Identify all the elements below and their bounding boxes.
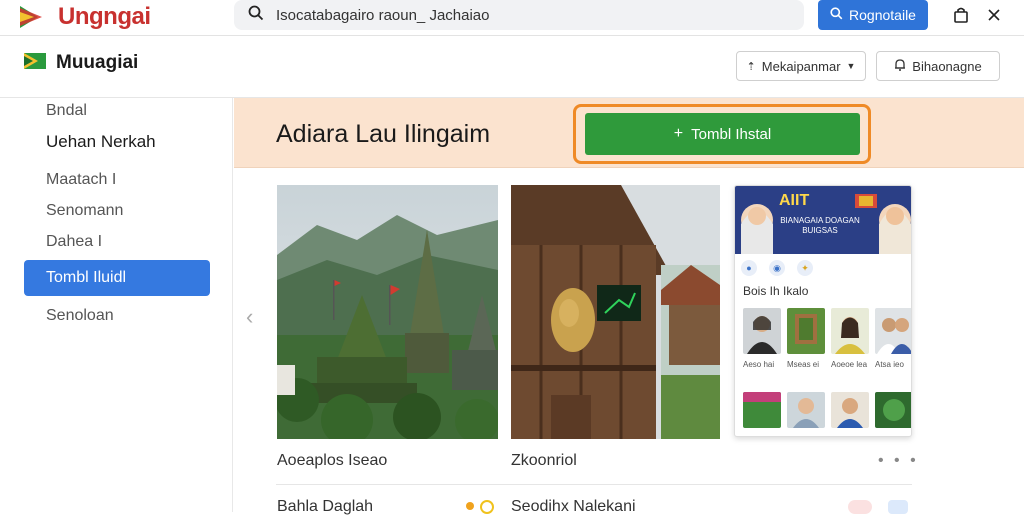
search-icon	[248, 5, 264, 26]
app-header: Muuagiai ⇡ Mekaipanmar ▼ Bihaonagne	[0, 36, 1024, 98]
sidebar-item-bndal[interactable]: Bndal	[24, 95, 210, 127]
person-thumbnail[interactable]	[743, 308, 781, 354]
landscape-thumbnail[interactable]	[743, 392, 781, 428]
notifications-button[interactable]: Bihaonagne	[876, 51, 1000, 81]
sidebar-item-senoloan[interactable]: Senoloan	[24, 300, 210, 332]
sidebar-item-label: Bndal	[46, 102, 87, 119]
brand-logo[interactable]: Ungngai	[20, 2, 151, 32]
status-dot-icon	[466, 502, 474, 510]
person-thumbnail[interactable]	[831, 392, 869, 428]
profile-card-subtitle: BIANAGAIA DOAGAN BUIGSAS	[780, 216, 860, 235]
language-dropdown[interactable]: ⇡ Mekaipanmar ▼	[736, 51, 866, 81]
bell-icon	[894, 58, 906, 74]
search-bar[interactable]	[234, 0, 804, 30]
landscape-thumbnail[interactable]	[875, 392, 911, 428]
install-button[interactable]: + Tombl Ihstal	[585, 113, 860, 155]
person-thumbnail[interactable]	[787, 392, 825, 428]
profile-section-label: Bois Ih Ikalo	[743, 284, 809, 298]
thumbnail-caption: Mseas ei	[787, 360, 820, 369]
temple-photo[interactable]	[277, 185, 498, 439]
sidebar-item-uehan-nerkah[interactable]: Uehan Nerkah	[24, 126, 210, 158]
register-label: Rognotaile	[849, 7, 916, 23]
chevron-down-icon: ▼	[846, 61, 856, 71]
person-thumbnail[interactable]	[875, 308, 911, 354]
person-thumbnail[interactable]	[831, 308, 869, 354]
sidebar-item-label: Senomann	[46, 202, 124, 219]
divider	[276, 484, 912, 485]
register-button[interactable]: Rognotaile	[818, 0, 928, 30]
thumbnail-caption: Aeso hai	[743, 360, 775, 369]
cursor-icon: ⇡	[746, 60, 756, 73]
profile-stats: ● ◉ ✦	[741, 260, 813, 276]
notifications-label: Bihaonagne	[912, 58, 982, 74]
sidebar-item-dahea[interactable]: Dahea I	[24, 226, 210, 258]
landscape-thumbnail[interactable]	[787, 308, 825, 354]
search-input[interactable]	[276, 6, 776, 24]
sidebar-item-maatach[interactable]: Maatach I	[24, 164, 210, 196]
person-icon[interactable]: ◉	[769, 260, 785, 276]
top-bar: Ungngai Rognotaile	[0, 0, 1024, 36]
chevron-left-icon[interactable]: ‹	[246, 304, 253, 330]
profile-card-title: AIIT	[779, 192, 810, 209]
flag-logo-icon	[20, 6, 48, 28]
sidebar-item-label: Dahea I	[46, 233, 103, 250]
chat-icon[interactable]: ●	[741, 260, 757, 276]
sidebar-item-label: Maatach I	[46, 171, 117, 188]
thumbnail-caption: Atsa ieo	[875, 360, 904, 369]
brand-name: Ungngai	[58, 3, 151, 30]
app-logo[interactable]: Muuagiai	[24, 52, 138, 74]
more-dots-icon[interactable]: • • •	[878, 452, 919, 470]
list-item-label[interactable]: Seodihx Nalekani	[511, 498, 636, 516]
close-icon[interactable]	[983, 4, 1005, 26]
sidebar-item-senomann[interactable]: Senomann	[24, 195, 210, 227]
star-icon[interactable]: ✦	[797, 260, 813, 276]
photo-caption: Aoeaplos Iseao	[277, 452, 388, 469]
list-item-label[interactable]: Bahla Daglah	[277, 498, 373, 516]
plus-icon: +	[673, 125, 684, 142]
search-icon	[830, 7, 843, 23]
sidebar-item-label: Uehan Nerkah	[46, 132, 156, 151]
app-name: Muuagiai	[56, 52, 139, 73]
wooden-house-photo[interactable]	[511, 185, 720, 439]
dropdown-label: Mekaipanmar	[761, 58, 841, 74]
profile-card[interactable]: AIIT BIANAGAIA DOAGAN BUIGSAS ● ◉ ✦ Bois…	[734, 185, 912, 437]
photo-caption: Zkoonriol	[511, 452, 577, 469]
profile-card-header: AIIT BIANAGAIA DOAGAN BUIGSAS	[735, 186, 911, 254]
sidebar-item-label: Tombl Iluidl	[46, 269, 127, 286]
flag-logo-icon	[24, 52, 46, 74]
install-label: Tombl Ihstal	[691, 125, 772, 143]
bag-icon[interactable]	[950, 4, 972, 26]
thumbnail-caption: Aoeoe lea	[831, 360, 868, 369]
banner-title: Adiara Lau Ilingaim	[276, 120, 491, 148]
sidebar-item-label: Senoloan	[46, 307, 114, 324]
sidebar-item-tombl-iluidl[interactable]: Tombl Iluidl	[24, 260, 210, 296]
